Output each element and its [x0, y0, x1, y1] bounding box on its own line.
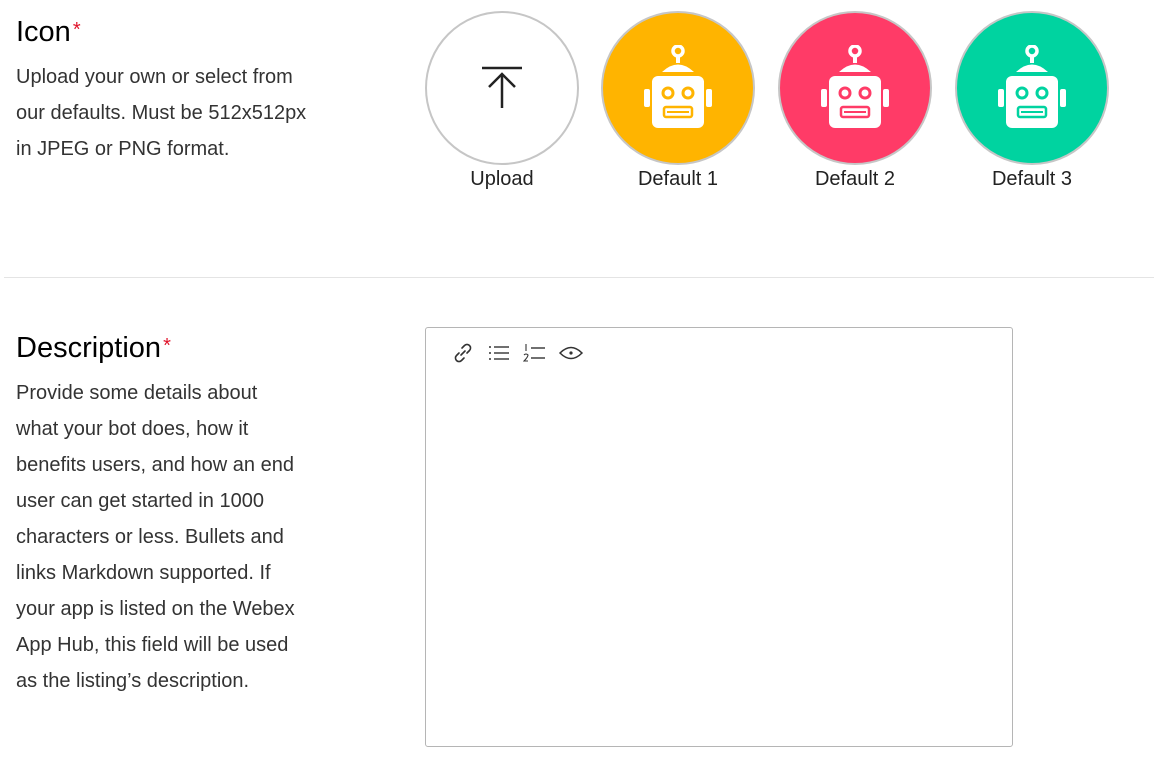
- default-1-circle[interactable]: [601, 11, 755, 165]
- description-editor: [425, 327, 1013, 747]
- robot-icon: [998, 45, 1066, 128]
- description-section-title: Description *: [16, 334, 171, 363]
- robot-icon: [644, 45, 712, 128]
- default-1-icon-option[interactable]: Default 1: [601, 11, 755, 201]
- icon-section-description: Upload your own or select from our defau…: [16, 66, 307, 160]
- description-textarea[interactable]: [426, 372, 1012, 746]
- insert-link-button[interactable]: [450, 340, 476, 366]
- link-icon: [454, 343, 472, 363]
- numbered-list-button[interactable]: [522, 340, 548, 366]
- preview-button[interactable]: [558, 340, 584, 366]
- icon-title-text: Icon: [16, 16, 71, 48]
- required-asterisk: *: [163, 335, 171, 357]
- editor-toolbar: [450, 340, 584, 366]
- default-3-icon-option[interactable]: Default 3: [955, 11, 1109, 201]
- robot-icon: [821, 45, 889, 128]
- numbered-list-icon: [523, 344, 545, 362]
- bulleted-list-button[interactable]: [486, 340, 512, 366]
- default-2-label: Default 2: [814, 168, 896, 190]
- bulleted-list-icon: [489, 346, 509, 360]
- default-1-label: Default 1: [637, 168, 719, 190]
- icon-section-title: Icon *: [16, 18, 81, 47]
- default-2-icon-option[interactable]: Default 2: [778, 11, 932, 201]
- default-3-label: Default 3: [991, 168, 1073, 190]
- default-3-circle[interactable]: [955, 11, 1109, 165]
- upload-arrow-icon: [482, 66, 522, 108]
- upload-circle[interactable]: [425, 11, 579, 165]
- upload-icon-option[interactable]: Upload: [425, 11, 579, 201]
- preview-eye-icon: [558, 346, 584, 360]
- section-divider: [4, 277, 1154, 278]
- description-section-help-text: Provide some details about what your bot…: [16, 382, 295, 692]
- description-title-text: Description: [16, 332, 162, 364]
- default-2-circle[interactable]: [778, 11, 932, 165]
- upload-label: Upload: [470, 168, 534, 190]
- required-asterisk: *: [72, 19, 81, 41]
